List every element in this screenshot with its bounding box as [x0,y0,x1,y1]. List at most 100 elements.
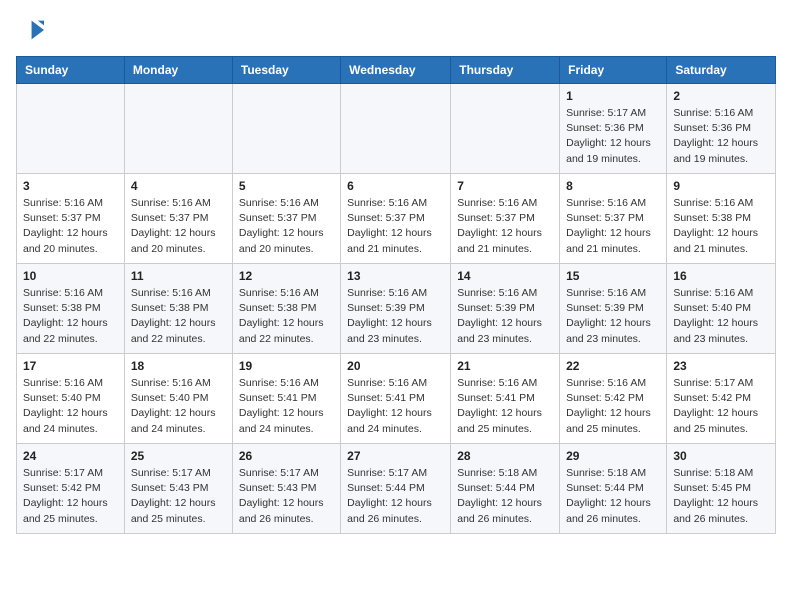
day-number: 6 [347,179,444,193]
calendar-cell: 21 Sunrise: 5:16 AM Sunset: 5:41 PM Dayli… [451,354,560,444]
calendar-cell: 10 Sunrise: 5:16 AM Sunset: 5:38 PM Dayli… [17,264,125,354]
day-number: 10 [23,269,118,283]
day-info: Sunrise: 5:17 AM Sunset: 5:43 PM Dayligh… [131,466,226,527]
calendar-week-3: 10 Sunrise: 5:16 AM Sunset: 5:38 PM Dayli… [17,264,776,354]
weekday-header-thursday: Thursday [451,57,560,84]
calendar-cell: 30 Sunrise: 5:18 AM Sunset: 5:45 PM Dayli… [667,444,776,534]
day-number: 11 [131,269,226,283]
calendar-week-5: 24 Sunrise: 5:17 AM Sunset: 5:42 PM Dayli… [17,444,776,534]
calendar-cell [451,84,560,174]
calendar-cell: 6 Sunrise: 5:16 AM Sunset: 5:37 PM Daylig… [341,174,451,264]
calendar-cell: 17 Sunrise: 5:16 AM Sunset: 5:40 PM Dayli… [17,354,125,444]
calendar-cell: 1Sunrise: 5:17 AM Sunset: 5:36 PM Daylig… [560,84,667,174]
day-number: 12 [239,269,334,283]
day-info: Sunrise: 5:16 AM Sunset: 5:41 PM Dayligh… [347,376,444,437]
calendar-cell: 18 Sunrise: 5:16 AM Sunset: 5:40 PM Dayli… [124,354,232,444]
day-info: Sunrise: 5:16 AM Sunset: 5:36 PM Dayligh… [673,106,769,167]
day-info: Sunrise: 5:16 AM Sunset: 5:38 PM Dayligh… [131,286,226,347]
day-info: Sunrise: 5:16 AM Sunset: 5:40 PM Dayligh… [673,286,769,347]
day-info: Sunrise: 5:16 AM Sunset: 5:41 PM Dayligh… [457,376,553,437]
day-number: 8 [566,179,660,193]
day-number: 16 [673,269,769,283]
calendar-cell: 25Sunrise: 5:17 AM Sunset: 5:43 PM Dayli… [124,444,232,534]
calendar-cell: 28 Sunrise: 5:18 AM Sunset: 5:44 PM Dayli… [451,444,560,534]
day-number: 15 [566,269,660,283]
calendar-cell [17,84,125,174]
weekday-header-row: SundayMondayTuesdayWednesdayThursdayFrid… [17,57,776,84]
day-number: 5 [239,179,334,193]
calendar-cell [232,84,340,174]
calendar-week-2: 3 Sunrise: 5:16 AM Sunset: 5:37 PM Daylig… [17,174,776,264]
day-number: 23 [673,359,769,373]
day-number: 9 [673,179,769,193]
calendar-cell: 22 Sunrise: 5:16 AM Sunset: 5:42 PM Dayli… [560,354,667,444]
calendar-cell: 11 Sunrise: 5:16 AM Sunset: 5:38 PM Dayli… [124,264,232,354]
day-number: 28 [457,449,553,463]
calendar-week-1: 1Sunrise: 5:17 AM Sunset: 5:36 PM Daylig… [17,84,776,174]
calendar-week-4: 17 Sunrise: 5:16 AM Sunset: 5:40 PM Dayli… [17,354,776,444]
day-info: Sunrise: 5:17 AM Sunset: 5:42 PM Dayligh… [23,466,118,527]
calendar-cell: 23 Sunrise: 5:17 AM Sunset: 5:42 PM Dayli… [667,354,776,444]
day-info: Sunrise: 5:16 AM Sunset: 5:37 PM Dayligh… [457,196,553,257]
calendar-cell: 5 Sunrise: 5:16 AM Sunset: 5:37 PM Daylig… [232,174,340,264]
day-info: Sunrise: 5:16 AM Sunset: 5:40 PM Dayligh… [131,376,226,437]
day-info: Sunrise: 5:16 AM Sunset: 5:37 PM Dayligh… [131,196,226,257]
day-info: Sunrise: 5:16 AM Sunset: 5:37 PM Dayligh… [566,196,660,257]
calendar-cell: 19Sunrise: 5:16 AM Sunset: 5:41 PM Dayli… [232,354,340,444]
calendar-cell: 12Sunrise: 5:16 AM Sunset: 5:38 PM Dayli… [232,264,340,354]
day-info: Sunrise: 5:18 AM Sunset: 5:44 PM Dayligh… [566,466,660,527]
calendar-cell: 29 Sunrise: 5:18 AM Sunset: 5:44 PM Dayli… [560,444,667,534]
day-info: Sunrise: 5:17 AM Sunset: 5:44 PM Dayligh… [347,466,444,527]
day-number: 19 [239,359,334,373]
day-number: 14 [457,269,553,283]
calendar-cell: 13 Sunrise: 5:16 AM Sunset: 5:39 PM Dayli… [341,264,451,354]
calendar-cell: 4 Sunrise: 5:16 AM Sunset: 5:37 PM Daylig… [124,174,232,264]
day-info: Sunrise: 5:16 AM Sunset: 5:39 PM Dayligh… [457,286,553,347]
day-number: 27 [347,449,444,463]
day-number: 4 [131,179,226,193]
day-number: 24 [23,449,118,463]
day-number: 2 [673,89,769,103]
day-info: Sunrise: 5:16 AM Sunset: 5:38 PM Dayligh… [673,196,769,257]
day-number: 21 [457,359,553,373]
day-number: 17 [23,359,118,373]
calendar-cell: 7Sunrise: 5:16 AM Sunset: 5:37 PM Daylig… [451,174,560,264]
day-info: Sunrise: 5:16 AM Sunset: 5:37 PM Dayligh… [239,196,334,257]
day-info: Sunrise: 5:16 AM Sunset: 5:42 PM Dayligh… [566,376,660,437]
day-number: 22 [566,359,660,373]
day-info: Sunrise: 5:17 AM Sunset: 5:42 PM Dayligh… [673,376,769,437]
day-info: Sunrise: 5:16 AM Sunset: 5:39 PM Dayligh… [566,286,660,347]
calendar-cell: 14 Sunrise: 5:16 AM Sunset: 5:39 PM Dayli… [451,264,560,354]
day-number: 1 [566,89,660,103]
weekday-header-sunday: Sunday [17,57,125,84]
calendar-cell: 16 Sunrise: 5:16 AM Sunset: 5:40 PM Dayli… [667,264,776,354]
day-info: Sunrise: 5:16 AM Sunset: 5:39 PM Dayligh… [347,286,444,347]
day-number: 26 [239,449,334,463]
day-info: Sunrise: 5:18 AM Sunset: 5:45 PM Dayligh… [673,466,769,527]
weekday-header-saturday: Saturday [667,57,776,84]
day-info: Sunrise: 5:18 AM Sunset: 5:44 PM Dayligh… [457,466,553,527]
day-info: Sunrise: 5:16 AM Sunset: 5:38 PM Dayligh… [23,286,118,347]
page-header [16,16,776,44]
weekday-header-wednesday: Wednesday [341,57,451,84]
calendar-cell: 26 Sunrise: 5:17 AM Sunset: 5:43 PM Dayli… [232,444,340,534]
day-number: 13 [347,269,444,283]
calendar-cell: 3 Sunrise: 5:16 AM Sunset: 5:37 PM Daylig… [17,174,125,264]
calendar-cell: 15 Sunrise: 5:16 AM Sunset: 5:39 PM Dayli… [560,264,667,354]
weekday-header-friday: Friday [560,57,667,84]
calendar-cell [124,84,232,174]
day-info: Sunrise: 5:17 AM Sunset: 5:43 PM Dayligh… [239,466,334,527]
day-info: Sunrise: 5:16 AM Sunset: 5:40 PM Dayligh… [23,376,118,437]
day-info: Sunrise: 5:16 AM Sunset: 5:37 PM Dayligh… [347,196,444,257]
weekday-header-monday: Monday [124,57,232,84]
calendar-cell: 2 Sunrise: 5:16 AM Sunset: 5:36 PM Daylig… [667,84,776,174]
weekday-header-tuesday: Tuesday [232,57,340,84]
calendar-cell: 24 Sunrise: 5:17 AM Sunset: 5:42 PM Dayli… [17,444,125,534]
day-number: 18 [131,359,226,373]
day-number: 29 [566,449,660,463]
day-info: Sunrise: 5:16 AM Sunset: 5:37 PM Dayligh… [23,196,118,257]
logo-icon [16,16,44,44]
calendar-cell: 20Sunrise: 5:16 AM Sunset: 5:41 PM Dayli… [341,354,451,444]
day-number: 3 [23,179,118,193]
day-number: 30 [673,449,769,463]
